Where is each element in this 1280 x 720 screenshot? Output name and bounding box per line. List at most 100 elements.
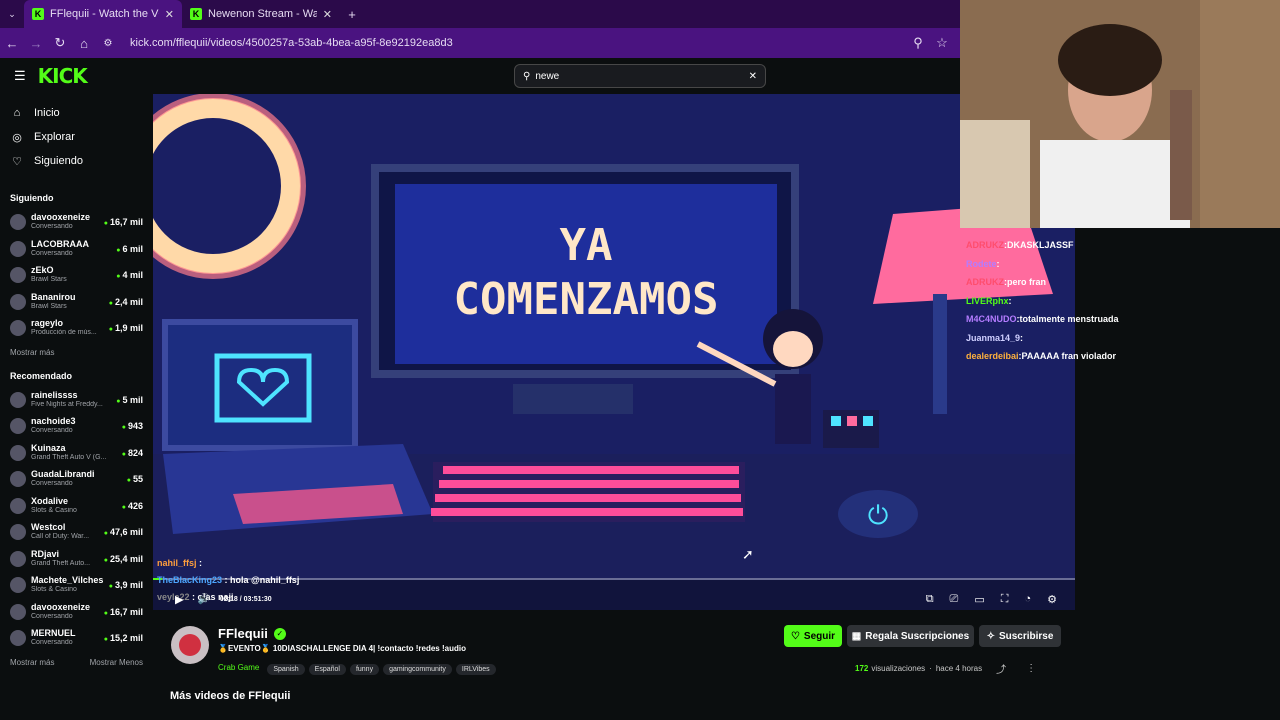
- chat-text: PAAAAA fran violador: [1021, 351, 1117, 362]
- zoom-icon[interactable]: ⚲: [906, 35, 930, 51]
- chat-colon: :: [196, 558, 203, 568]
- play-icon[interactable]: ▶: [175, 593, 183, 606]
- channel-item[interactable]: MERNUELConversando 15,2 mil: [10, 625, 143, 652]
- share-icon[interactable]: ⤴: [996, 661, 1006, 676]
- search-input[interactable]: ⚲ newe ✕: [514, 64, 766, 88]
- channel-item[interactable]: RDjaviGrand Theft Auto... 25,4 mil: [10, 546, 143, 573]
- viewer-count: 3,9 mil: [109, 580, 143, 590]
- nav-item-inicio[interactable]: ⌂ Inicio: [10, 101, 143, 125]
- channel-item[interactable]: KuinazaGrand Theft Auto V (G... 824: [10, 440, 143, 467]
- video-player[interactable]: ⏻ YA COMENZAMOS nahil_ffsj : TheBlacKing…: [153, 94, 1075, 610]
- channel-item[interactable]: rageyloProducción de mús... 1,9 mil: [10, 315, 143, 342]
- channel-name: Xodalive: [31, 496, 69, 506]
- channel-item[interactable]: nachoide3Conversando 943: [10, 413, 143, 440]
- views-label: visualizaciones: [871, 664, 926, 673]
- settings-gear-icon[interactable]: ⚙: [1047, 593, 1057, 606]
- chat-colon: :: [996, 258, 1000, 269]
- pixel-art-scene: ⏻ YA COMENZAMOS: [153, 94, 1075, 610]
- fullscreen-icon[interactable]: ⛶: [1001, 593, 1009, 606]
- follow-button[interactable]: ♡ Seguir: [784, 625, 842, 647]
- clip-icon[interactable]: ⎚: [950, 593, 959, 606]
- channel-item[interactable]: Machete_VilchesSlots & Casino 3,9 mil: [10, 572, 143, 599]
- chat-text: hola @nahil_ffsj: [230, 575, 300, 585]
- site-info-icon[interactable]: ⚙: [96, 38, 120, 49]
- chat-colon: :: [1020, 332, 1024, 343]
- channel-category: Slots & Casino: [31, 586, 77, 594]
- channel-name: GuadaLibrandi: [31, 470, 95, 480]
- channel-item[interactable]: BananirouBrawl Stars 2,4 mil: [10, 289, 143, 316]
- theater-mode-icon[interactable]: ▭: [974, 593, 984, 606]
- tab-list-chevron-icon[interactable]: ⌄: [0, 9, 24, 20]
- close-tab-icon[interactable]: ✕: [165, 8, 174, 21]
- channel-item[interactable]: WestcolCall of Duty: War... 47,6 mil: [10, 519, 143, 546]
- verified-badge-icon: ✓: [273, 627, 286, 640]
- avatar: [10, 497, 26, 514]
- chat-message: Rodete:: [966, 255, 1166, 274]
- channel-category: Conversando: [31, 639, 73, 647]
- nav-item-explorar[interactable]: ◎ Explorar: [10, 125, 143, 149]
- chat-colon: :: [1008, 295, 1012, 306]
- gift-label: Regala Suscripciones: [865, 630, 970, 642]
- screen-line-2: COMENZAMOS: [454, 274, 719, 325]
- tag-chip[interactable]: funny: [349, 664, 380, 675]
- tag-chip[interactable]: Español: [308, 664, 346, 675]
- subscribe-button[interactable]: ✧ Suscribirse: [979, 625, 1061, 647]
- separator-dot: ·: [929, 664, 932, 673]
- heart-icon: ♡: [790, 630, 800, 642]
- clear-search-icon[interactable]: ✕: [749, 71, 757, 82]
- forward-icon[interactable]: →: [24, 36, 48, 51]
- category-link[interactable]: Crab Game: [218, 663, 259, 672]
- show-less-recommended[interactable]: Mostrar Menos: [90, 658, 143, 667]
- viewer-count: 1,9 mil: [109, 323, 143, 333]
- more-options-icon[interactable]: ⋮: [1026, 663, 1036, 674]
- url-field[interactable]: kick.com/fflequii/videos/4500257a-53ab-4…: [130, 37, 906, 49]
- tag-chip[interactable]: IRLVibes: [455, 664, 496, 675]
- tag-chip[interactable]: Spanish: [267, 664, 305, 675]
- viewer-count: 6 mil: [116, 244, 143, 254]
- home-icon: ⌂: [13, 107, 21, 119]
- channel-item[interactable]: XodaliveSlots & Casino 426: [10, 493, 143, 520]
- back-icon[interactable]: ←: [0, 36, 24, 51]
- channel-name: Machete_Vilches: [31, 576, 104, 586]
- channel-category: Producción de mús...: [31, 329, 97, 337]
- kick-logo[interactable]: KICK: [38, 64, 88, 88]
- gift-subs-button[interactable]: ▦ Regala Suscripciones: [847, 625, 974, 647]
- reload-icon[interactable]: ↻: [48, 35, 72, 51]
- chat-username: nahil_ffsj: [157, 558, 197, 568]
- menu-icon[interactable]: ☰: [14, 68, 26, 84]
- viewer-count: 426: [122, 501, 143, 511]
- bookmark-star-icon[interactable]: ☆: [930, 35, 954, 51]
- channel-category: Conversando: [31, 612, 73, 620]
- nav-item-siguiendo[interactable]: ♡ Siguiendo: [10, 149, 143, 173]
- playback-speed-icon[interactable]: ◔: [1024, 593, 1031, 605]
- chat-message: ADRUKZ: pero fran: [966, 273, 1166, 292]
- tag-chip[interactable]: gamingcommunity: [383, 664, 452, 675]
- channel-category: Slots & Casino: [31, 506, 77, 514]
- avatar: [10, 418, 26, 435]
- miniplayer-icon[interactable]: ⧉: [926, 593, 934, 606]
- streamer-webcam: [960, 0, 1280, 228]
- channel-item[interactable]: zEkOBrawl Stars 4 mil: [10, 262, 143, 289]
- new-tab-icon[interactable]: +: [340, 7, 364, 22]
- channel-name[interactable]: FFlequii: [218, 626, 268, 641]
- chat-text: pero fran: [1007, 277, 1047, 288]
- channel-item[interactable]: davooxeneizeConversando 16,7 mil: [10, 599, 143, 626]
- close-tab-icon[interactable]: ✕: [323, 8, 332, 21]
- channel-name: RDjavi: [31, 549, 60, 559]
- channel-item[interactable]: LACOBRAAAConversando 6 mil: [10, 236, 143, 263]
- channel-category: Conversando: [31, 223, 73, 231]
- viewer-count: 15,2 mil: [104, 633, 143, 643]
- channel-item[interactable]: rainelissssFive Nights at Freddy... 5 mil: [10, 387, 143, 414]
- channel-item[interactable]: davooxeneizeConversando 16,7 mil: [10, 209, 143, 236]
- volume-icon[interactable]: 🔊: [197, 594, 209, 605]
- channel-avatar[interactable]: [171, 626, 209, 664]
- viewer-count: 2,4 mil: [109, 297, 143, 307]
- home-icon[interactable]: ⌂: [72, 36, 96, 51]
- show-more-recommended[interactable]: Mostrar más: [10, 658, 54, 667]
- channel-name: davooxeneize: [31, 213, 91, 223]
- channel-category: Brawl Stars: [31, 276, 67, 284]
- show-more-following[interactable]: Mostrar más: [10, 348, 143, 357]
- browser-tab-active[interactable]: K FFlequii - Watch the VOD on K ✕: [24, 0, 182, 28]
- browser-tab[interactable]: K Newenon Stream - Watch Live ✕: [182, 0, 340, 28]
- channel-item[interactable]: GuadaLibrandiConversando 55: [10, 466, 143, 493]
